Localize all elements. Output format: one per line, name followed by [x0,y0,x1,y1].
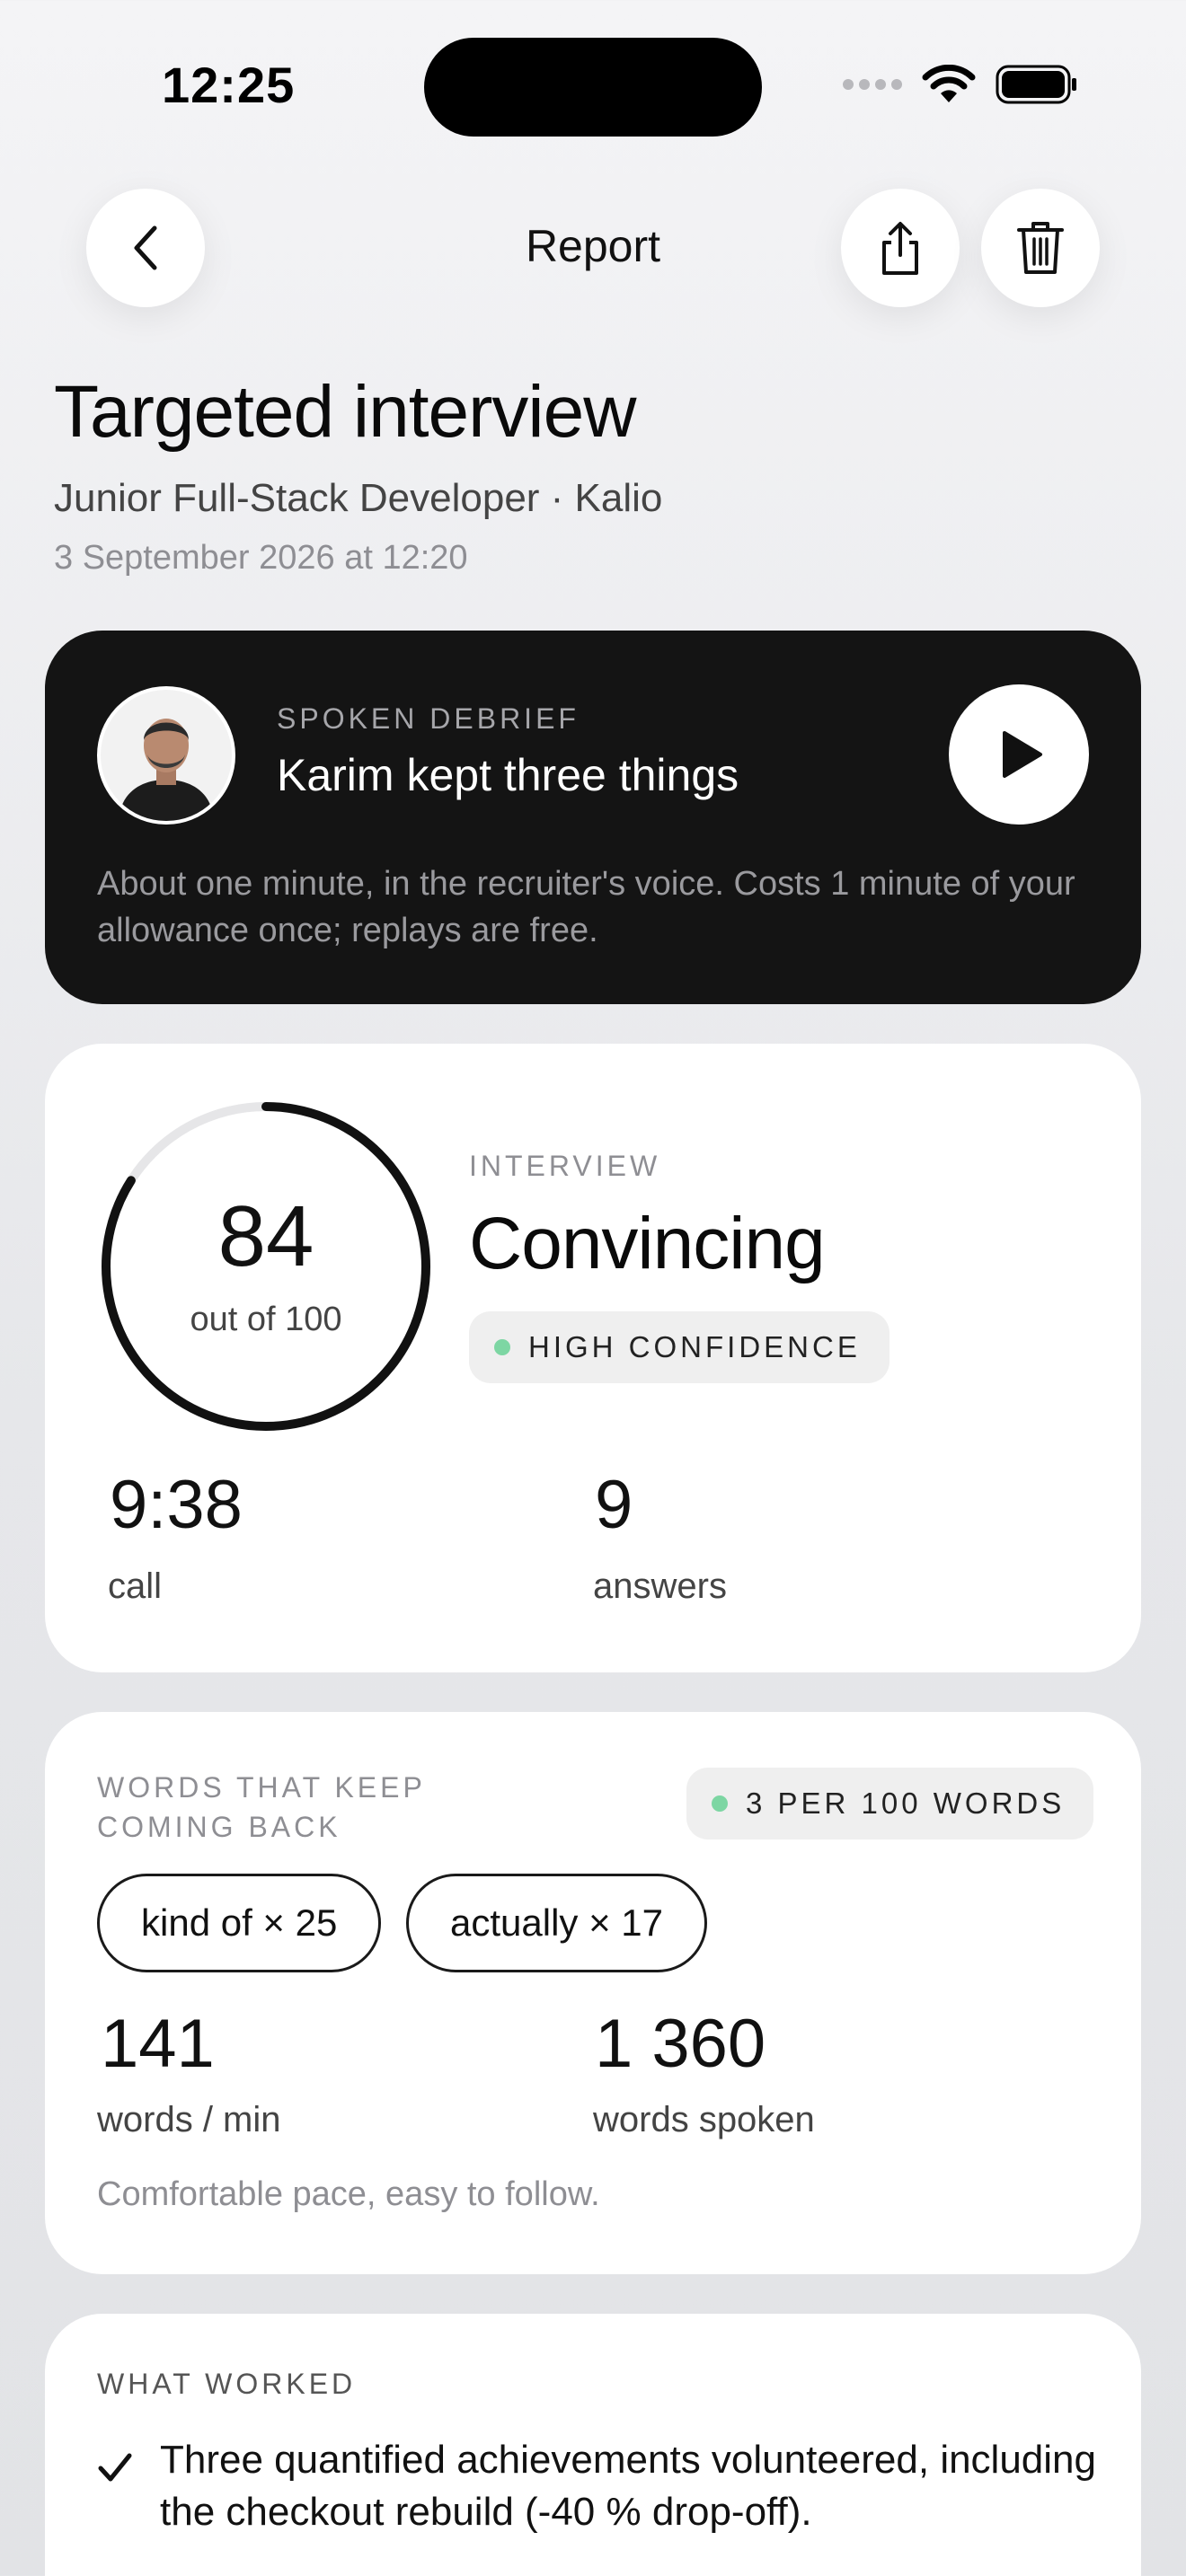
status-time: 12:25 [162,57,296,113]
status-dot-icon [494,1339,510,1355]
dynamic-island [424,38,762,137]
spoken-debrief-card: SPOKEN DEBRIEF Karim kept three things A… [45,631,1141,1004]
page-date: 3 September 2026 at 12:20 [54,539,468,577]
words-kicker: WORDS THAT KEEP COMING BACK [97,1771,426,1843]
filler-rate-label: 3 PER 100 WORDS [746,1786,1066,1820]
what-worked-card: WHAT WORKED Three quantified achievement… [45,2314,1141,2576]
avatar [97,686,235,825]
what-worked-kicker: WHAT WORKED [97,2368,357,2400]
wifi-icon [922,65,976,102]
score-value: 84 [217,1188,314,1284]
wpm-value: 141 [101,2006,215,2082]
words-spoken-label: words spoken [593,2100,815,2139]
filler-word-chip[interactable]: kind of × 25 [97,1874,382,1972]
wpm-label: words / min [97,2100,281,2139]
status-icons [843,65,1078,104]
share-icon [882,222,918,275]
cellular-signal-icon [843,79,902,90]
share-button[interactable] [841,189,960,307]
answers-value: 9 [595,1467,633,1543]
filler-rate-badge: 3 PER 100 WORDS [686,1768,1094,1839]
play-debrief-button[interactable] [949,684,1089,825]
filler-words-card: WORDS THAT KEEP COMING BACK 3 PER 100 WO… [45,1712,1141,2274]
call-duration-label: call [108,1566,163,1606]
score-card: 84 out of 100 INTERVIEW Convincing HIGH … [45,1044,1141,1672]
trash-icon [1017,222,1064,274]
filler-word-chip[interactable]: actually × 17 [406,1874,707,1972]
status-dot-icon [712,1795,728,1812]
checkmark-icon [98,2453,132,2482]
pace-note: Comfortable pace, easy to follow. [97,2175,600,2213]
confidence-label: HIGH CONFIDENCE [528,1330,861,1363]
score-scale: out of 100 [190,1301,342,1338]
page-title: Targeted interview [54,371,636,453]
debrief-title: Karim kept three things [277,750,739,800]
answers-label: answers [593,1566,727,1606]
call-duration-value: 9:38 [110,1467,243,1543]
page-subtitle: Junior Full-Stack Developer · Kalio [54,476,663,520]
battery-icon [996,65,1076,104]
confidence-badge: HIGH CONFIDENCE [469,1311,890,1383]
score-verdict: Convincing [469,1203,826,1284]
what-worked-item: Three quantified achievements volunteere… [160,2438,1096,2534]
debrief-description: About one minute, in the recruiter's voi… [97,865,1075,949]
delete-button[interactable] [981,189,1100,307]
recruiter-portrait [101,690,232,821]
play-icon [1003,731,1042,778]
debrief-kicker: SPOKEN DEBRIEF [277,702,580,735]
words-spoken-value: 1 360 [595,2006,766,2082]
score-kicker: INTERVIEW [469,1150,661,1182]
